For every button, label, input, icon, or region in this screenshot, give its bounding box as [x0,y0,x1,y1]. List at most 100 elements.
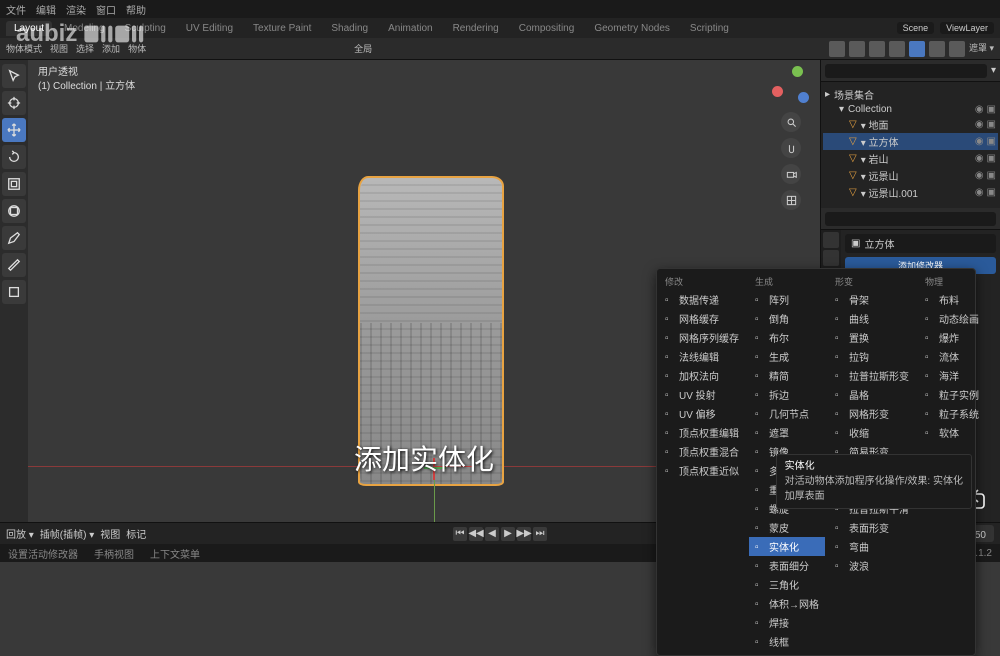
tool-select[interactable] [2,64,26,88]
tab-rendering[interactable]: Rendering [445,21,507,36]
menu-file[interactable]: 文件 [6,2,26,17]
modifier-item[interactable]: ▫生成 [749,347,825,366]
outliner-item[interactable]: ▽▾ 地面◉▣ [823,116,998,133]
modifier-item[interactable]: ▫三角化 [749,575,825,594]
modifier-item[interactable]: ▫体积→网格 [749,594,825,613]
filter-icon[interactable]: ▾ [991,65,996,76]
outliner-search[interactable] [825,64,987,78]
shading-matprev-icon[interactable] [929,41,945,57]
jump-end-icon[interactable]: ⏭ [533,527,547,541]
tool-measure[interactable] [2,253,26,277]
modifier-item[interactable]: ▫倒角 [749,309,825,328]
modifier-item[interactable]: ▫精简 [749,366,825,385]
modifier-item[interactable]: ▫布料 [919,290,985,309]
modifier-item[interactable]: ▫实体化 [749,537,825,556]
jump-start-icon[interactable]: ⏮ [453,527,467,541]
modifier-item[interactable]: ▫法线编辑 [659,347,745,366]
modifier-item[interactable]: ▫骨架 [829,290,915,309]
modifier-item[interactable]: ▫软体 [919,423,985,442]
tab-compositing[interactable]: Compositing [511,21,583,36]
modifier-item[interactable]: ▫网格缓存 [659,309,745,328]
xray-toggle-icon[interactable] [869,41,885,57]
modifier-item[interactable]: ▫UV 投射 [659,385,745,404]
tab-shading[interactable]: Shading [323,21,376,36]
ptab-output[interactable] [823,250,839,266]
modifier-item[interactable]: ▫网格形变 [829,404,915,423]
scene-field[interactable]: Scene [897,22,935,34]
properties-search[interactable] [825,212,996,226]
modifier-item[interactable]: ▫表面形变 [829,518,915,537]
transform-orientation[interactable]: 全局 [354,42,372,55]
overlay-dropdown[interactable]: 遮罩 ▾ [969,41,994,57]
nav-gizmo[interactable] [770,64,812,106]
ptab-render[interactable] [823,232,839,248]
outliner-root[interactable]: ▸场景集合 [823,86,998,103]
next-key-icon[interactable]: ▶▶ [517,527,531,541]
tool-cursor[interactable] [2,91,26,115]
tab-texture[interactable]: Texture Paint [245,21,319,36]
modifier-item[interactable]: ▫粒子实例 [919,385,985,404]
modifier-item[interactable]: ▫几何节点 [749,404,825,423]
modifier-item[interactable]: ▫数据传递 [659,290,745,309]
modifier-item[interactable]: ▫流体 [919,347,985,366]
menu-render[interactable]: 渲染 [66,2,86,17]
modifier-item[interactable]: ▫动态绘画 [919,309,985,328]
modifier-item[interactable]: ▫阵列 [749,290,825,309]
zoom-icon[interactable] [781,112,801,132]
modifier-item[interactable]: ▫顶点权重混合 [659,442,745,461]
modifier-item[interactable]: ▫顶点权重编辑 [659,423,745,442]
keying-dropdown[interactable]: 插帧(插帧) ▾ [40,526,94,541]
modifier-item[interactable]: ▫粒子系统 [919,404,985,423]
outliner-item[interactable]: ▽▾ 岩山◉▣ [823,150,998,167]
modifier-item[interactable]: ▫加权法向 [659,366,745,385]
modifier-item[interactable]: ▫拉钩 [829,347,915,366]
tab-uv[interactable]: UV Editing [178,21,241,36]
prev-key-icon[interactable]: ◀◀ [469,527,483,541]
play-icon[interactable]: ▶ [501,527,515,541]
tab-animation[interactable]: Animation [380,21,440,36]
ortho-icon[interactable] [781,190,801,210]
tool-annotate[interactable] [2,226,26,250]
tool-rotate[interactable] [2,145,26,169]
modifier-item[interactable]: ▫拉普拉斯形变 [829,366,915,385]
shading-render-icon[interactable] [949,41,965,57]
modifier-item[interactable]: ▫收缩 [829,423,915,442]
modifier-item[interactable]: ▫网格序列缓存 [659,328,745,347]
viewlayer-field[interactable]: ViewLayer [940,22,994,34]
outliner[interactable]: ▸场景集合 ▾Collection◉▣ ▽▾ 地面◉▣ ▽▾ 立方体◉▣ ▽▾ … [821,82,1000,208]
menu-edit[interactable]: 编辑 [36,2,56,17]
modifier-item[interactable]: ▫置换 [829,328,915,347]
modifier-item[interactable]: ▫弯曲 [829,537,915,556]
outliner-item[interactable]: ▽▾ 远景山◉▣ [823,167,998,184]
tool-transform[interactable] [2,199,26,223]
menu-window[interactable]: 窗口 [96,2,116,17]
play-rev-icon[interactable]: ◀ [485,527,499,541]
modifier-item[interactable]: ▫曲线 [829,309,915,328]
menu-help[interactable]: 帮助 [126,2,146,17]
modifier-item[interactable]: ▫表面细分 [749,556,825,575]
tool-move[interactable] [2,118,26,142]
tab-geonodes[interactable]: Geometry Nodes [586,21,678,36]
modifier-item[interactable]: ▫海洋 [919,366,985,385]
tl-marker[interactable]: 标记 [126,526,146,541]
pan-icon[interactable] [781,138,801,158]
modifier-item[interactable]: ▫UV 偏移 [659,404,745,423]
modifier-item[interactable]: ▫布尔 [749,328,825,347]
outliner-collection[interactable]: ▾Collection◉▣ [823,103,998,116]
gizmo-toggle-icon[interactable] [829,41,845,57]
overlay-toggle-icon[interactable] [849,41,865,57]
modifier-item[interactable]: ▫遮罩 [749,423,825,442]
modifier-item[interactable]: ▫线框 [749,632,825,651]
modifier-item[interactable]: ▫拆边 [749,385,825,404]
outliner-item[interactable]: ▽▾ 远景山.001◉▣ [823,184,998,201]
tl-view[interactable]: 视图 [100,526,120,541]
tool-scale[interactable] [2,172,26,196]
render-icon[interactable]: ▣ [987,104,996,115]
playback-dropdown[interactable]: 回放 ▾ [6,526,34,541]
modifier-item[interactable]: ▫晶格 [829,385,915,404]
modifier-item[interactable]: ▫蒙皮 [749,518,825,537]
shading-solid-icon[interactable] [909,41,925,57]
modifier-item[interactable]: ▫顶点权重近似 [659,461,745,480]
modifier-item[interactable]: ▫爆炸 [919,328,985,347]
modifier-item[interactable]: ▫波浪 [829,556,915,575]
